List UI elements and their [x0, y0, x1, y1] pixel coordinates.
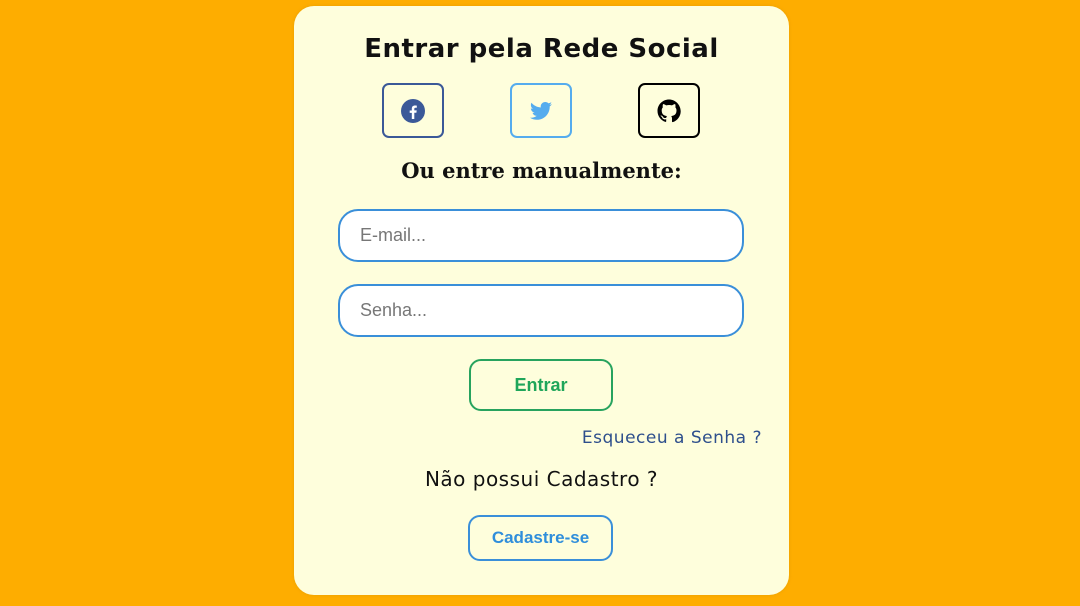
submit-button[interactable]: Entrar: [469, 359, 613, 411]
facebook-icon: [401, 98, 425, 123]
login-card: Entrar pela Rede Social Ou entre manualm…: [294, 6, 789, 595]
twitter-icon: [529, 99, 553, 123]
manual-login-label: Ou entre manualmente:: [401, 158, 682, 183]
github-login-button[interactable]: [638, 83, 700, 138]
no-account-label: Não possui Cadastro ?: [424, 467, 659, 491]
register-button[interactable]: Cadastre-se: [468, 515, 613, 561]
facebook-login-button[interactable]: [382, 83, 444, 138]
forgot-password-link[interactable]: Esqueceu a Senha ?: [582, 428, 762, 448]
password-input[interactable]: [338, 284, 744, 337]
github-icon: [657, 99, 681, 123]
email-input[interactable]: [338, 209, 744, 262]
twitter-login-button[interactable]: [510, 83, 572, 138]
page-title: Entrar pela Rede Social: [364, 34, 719, 64]
